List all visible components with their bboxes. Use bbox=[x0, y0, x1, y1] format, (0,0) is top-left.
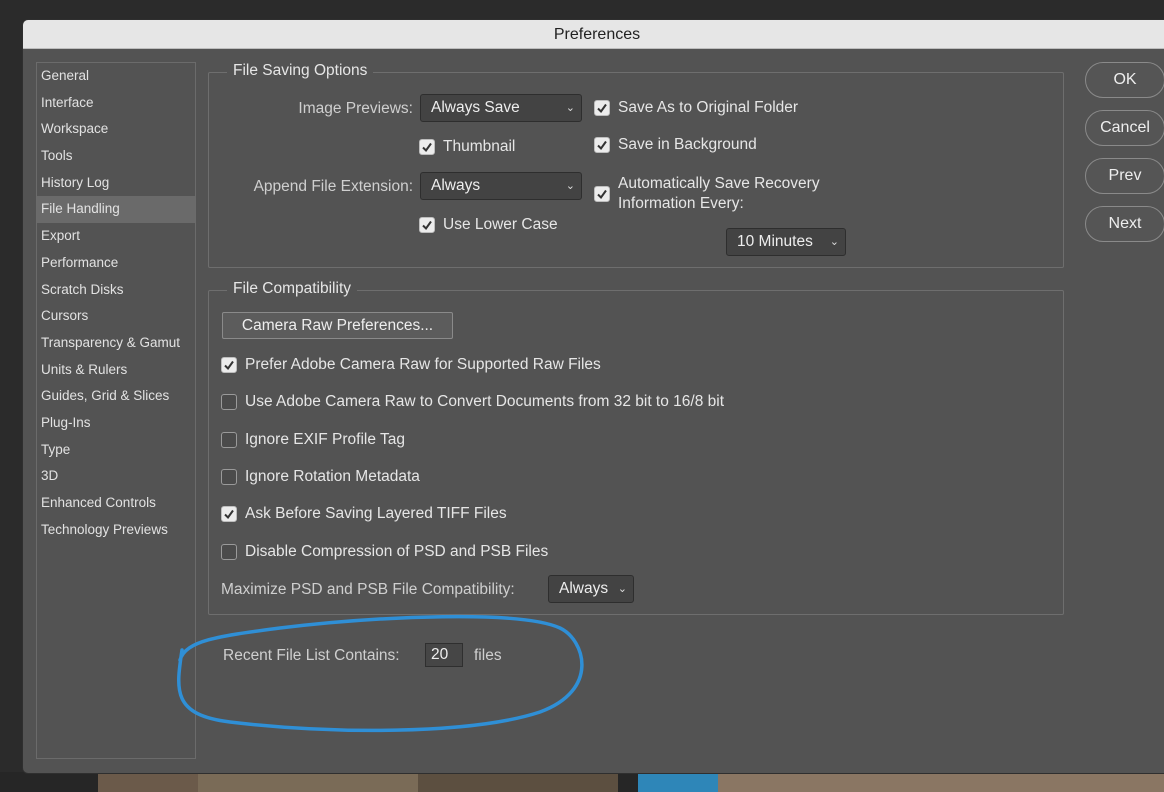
sidebar-item-export[interactable]: Export bbox=[37, 223, 195, 250]
auto-save-interval-select[interactable]: 10 Minutes ⌄ bbox=[726, 228, 846, 256]
cancel-button[interactable]: Cancel bbox=[1085, 110, 1164, 146]
prev-button[interactable]: Prev bbox=[1085, 158, 1164, 194]
compat-option-label: Ask Before Saving Layered TIFF Files bbox=[245, 505, 507, 522]
append-file-extension-value: Always bbox=[431, 177, 481, 194]
preferences-dialog: Preferences General Interface Workspace Too… bbox=[22, 19, 1164, 774]
sidebar-item-performance[interactable]: Performance bbox=[37, 250, 195, 277]
checkbox-checked-icon bbox=[221, 506, 237, 522]
append-file-extension-label: Append File Extension: bbox=[253, 178, 413, 195]
thumbnail-label: Thumbnail bbox=[443, 138, 516, 155]
sidebar-item-3d[interactable]: 3D bbox=[37, 463, 195, 490]
sidebar-item-transparency-gamut[interactable]: Transparency & Gamut bbox=[37, 330, 195, 357]
compat-option-label: Use Adobe Camera Raw to Convert Document… bbox=[245, 393, 725, 410]
checkbox-checked-icon bbox=[221, 357, 237, 373]
window-title: Preferences bbox=[23, 20, 1164, 49]
auto-save-label-line2: Information Every: bbox=[618, 195, 744, 212]
checkbox-checked-icon bbox=[594, 186, 610, 202]
maximize-compatibility-select[interactable]: Always ⌄ bbox=[548, 575, 634, 603]
file-compatibility-group: File Compatibility Camera Raw Preference… bbox=[208, 280, 1064, 615]
next-button[interactable]: Next bbox=[1085, 206, 1164, 242]
sidebar-item-technology-previews[interactable]: Technology Previews bbox=[37, 517, 195, 544]
checkbox-checked-icon bbox=[594, 100, 610, 116]
save-in-background-checkbox[interactable]: Save in Background bbox=[594, 136, 757, 154]
camera-raw-preferences-button[interactable]: Camera Raw Preferences... bbox=[222, 312, 453, 339]
chevron-down-icon: ⌄ bbox=[829, 236, 839, 248]
use-lower-case-label: Use Lower Case bbox=[443, 216, 558, 233]
compat-option-label: Prefer Adobe Camera Raw for Supported Ra… bbox=[245, 356, 601, 373]
compat-option-checkbox[interactable]: Ignore Rotation Metadata bbox=[221, 468, 420, 486]
sidebar-item-type[interactable]: Type bbox=[37, 437, 195, 464]
auto-save-interval-value: 10 Minutes bbox=[737, 233, 813, 250]
compat-option-label: Ignore EXIF Profile Tag bbox=[245, 431, 405, 448]
file-saving-options-legend: File Saving Options bbox=[227, 62, 374, 80]
image-previews-value: Always Save bbox=[431, 99, 520, 116]
background-app-strip bbox=[0, 772, 1164, 792]
chevron-down-icon: ⌄ bbox=[565, 180, 575, 192]
recent-file-list-suffix: files bbox=[474, 647, 502, 664]
compat-option-label: Disable Compression of PSD and PSB Files bbox=[245, 543, 549, 560]
sidebar-item-workspace[interactable]: Workspace bbox=[37, 116, 195, 143]
save-as-original-folder-checkbox[interactable]: Save As to Original Folder bbox=[594, 99, 798, 117]
append-file-extension-select[interactable]: Always ⌄ bbox=[420, 172, 582, 200]
checkbox-checked-icon bbox=[594, 137, 610, 153]
checkbox-checked-icon bbox=[419, 217, 435, 233]
sidebar-item-guides-grid-slices[interactable]: Guides, Grid & Slices bbox=[37, 383, 195, 410]
compat-option-label: Ignore Rotation Metadata bbox=[245, 468, 420, 485]
thumbnail-checkbox[interactable]: Thumbnail bbox=[419, 138, 515, 156]
checkbox-unchecked-icon bbox=[221, 469, 237, 485]
sidebar-item-interface[interactable]: Interface bbox=[37, 90, 195, 117]
use-lower-case-checkbox[interactable]: Use Lower Case bbox=[419, 216, 558, 234]
compat-option-checkbox[interactable]: Ask Before Saving Layered TIFF Files bbox=[221, 505, 507, 523]
file-compatibility-legend: File Compatibility bbox=[227, 280, 358, 298]
save-as-original-folder-label: Save As to Original Folder bbox=[618, 99, 799, 116]
sidebar-item-general[interactable]: General bbox=[37, 63, 195, 90]
compat-option-checkbox[interactable]: Prefer Adobe Camera Raw for Supported Ra… bbox=[221, 356, 601, 374]
save-in-background-label: Save in Background bbox=[618, 136, 757, 153]
sidebar-item-plug-ins[interactable]: Plug-Ins bbox=[37, 410, 195, 437]
checkbox-unchecked-icon bbox=[221, 544, 237, 560]
checkbox-unchecked-icon bbox=[221, 394, 237, 410]
ok-button[interactable]: OK bbox=[1085, 62, 1164, 98]
auto-save-label-line1: Automatically Save Recovery bbox=[618, 175, 820, 192]
image-previews-select[interactable]: Always Save ⌄ bbox=[420, 94, 582, 122]
sidebar-item-cursors[interactable]: Cursors bbox=[37, 303, 195, 330]
compat-option-checkbox[interactable]: Use Adobe Camera Raw to Convert Document… bbox=[221, 393, 724, 411]
chevron-down-icon: ⌄ bbox=[617, 583, 627, 595]
preferences-sidebar: General Interface Workspace Tools History Lo… bbox=[36, 62, 196, 759]
chevron-down-icon: ⌄ bbox=[565, 102, 575, 114]
sidebar-item-history-log[interactable]: History Log bbox=[37, 170, 195, 197]
image-previews-label: Image Previews: bbox=[298, 100, 413, 117]
sidebar-item-scratch-disks[interactable]: Scratch Disks bbox=[37, 277, 195, 304]
checkbox-unchecked-icon bbox=[221, 432, 237, 448]
recent-file-list-label: Recent File List Contains: bbox=[223, 647, 400, 664]
file-saving-options-group: File Saving Options Image Previews: Alwa… bbox=[208, 62, 1064, 268]
checkbox-checked-icon bbox=[419, 139, 435, 155]
compat-option-checkbox[interactable]: Disable Compression of PSD and PSB Files bbox=[221, 543, 548, 561]
sidebar-item-file-handling[interactable]: File Handling bbox=[37, 196, 195, 224]
maximize-compatibility-value: Always bbox=[559, 580, 609, 597]
maximize-compatibility-label: Maximize PSD and PSB File Compatibility: bbox=[221, 581, 515, 598]
sidebar-item-units-rulers[interactable]: Units & Rulers bbox=[37, 357, 195, 384]
sidebar-item-tools[interactable]: Tools bbox=[37, 143, 195, 170]
recent-file-count-input[interactable]: 20 bbox=[425, 643, 463, 667]
compat-option-checkbox[interactable]: Ignore EXIF Profile Tag bbox=[221, 431, 405, 449]
sidebar-item-enhanced-controls[interactable]: Enhanced Controls bbox=[37, 490, 195, 517]
auto-save-recovery-checkbox[interactable]: Automatically Save Recovery Information … bbox=[594, 174, 820, 214]
